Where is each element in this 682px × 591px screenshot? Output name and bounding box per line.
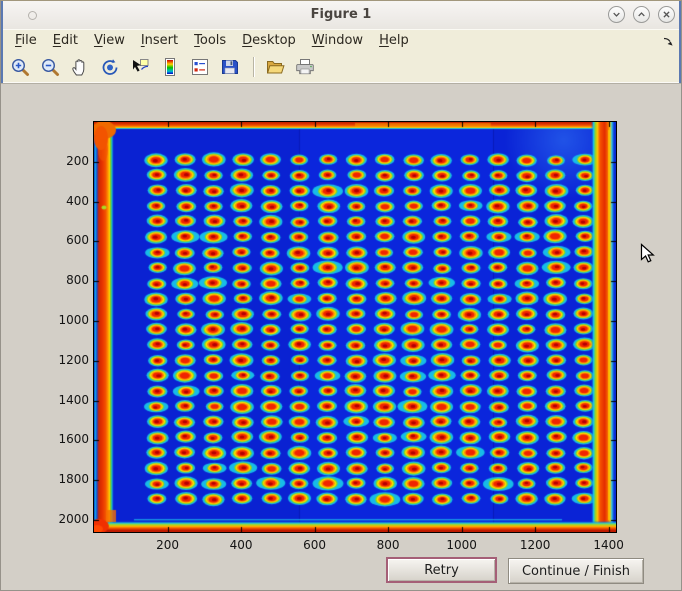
figure-window: Figure 1 FileEditViewInsertToolsDesktopW… [0,0,682,591]
x-tick-label: 1200 [511,538,559,552]
menu-item-desktop[interactable]: Desktop [234,31,304,50]
menu-bar-items: FileEditViewInsertToolsDesktopWindowHelp [1,30,681,51]
window-border-accent-left [1,1,3,83]
menu-item-insert[interactable]: Insert [133,31,186,50]
colorbar-icon [160,57,180,77]
rotate-3d-button[interactable] [99,55,123,79]
y-tick-label: 2000 [47,512,89,526]
close-window-button[interactable] [658,6,675,23]
menu-item-window[interactable]: Window [304,31,371,50]
figure-area: Retry Continue / Finish 200 400 600 800 1000… [1,83,681,590]
maximize-window-button[interactable] [633,6,650,23]
y-tick-label: 1800 [47,472,89,486]
save-figure-button[interactable] [219,55,243,79]
x-tick-label: 1400 [585,538,633,552]
zoom-in-button[interactable] [9,55,33,79]
chevron-down-icon [609,7,624,22]
title-bar: Figure 1 [1,1,681,30]
y-tick-label: 1400 [47,393,89,407]
toolbar-separator [253,57,254,77]
zoom-out-icon [40,57,60,77]
figure-toolbar [1,51,681,83]
zoom-in-icon [10,57,30,77]
window-title: Figure 1 [1,7,681,22]
y-tick-label: 400 [47,194,89,208]
save-icon [220,57,240,77]
dock-figure-icon[interactable] [662,35,674,47]
pan-hand-icon [70,57,90,77]
y-tick-label: 1600 [47,432,89,446]
y-tick-label: 1000 [47,313,89,327]
menu-item-help[interactable]: Help [371,31,417,50]
data-cursor-button[interactable] [129,55,153,79]
x-tick-label: 1000 [438,538,486,552]
pan-button[interactable] [69,55,93,79]
printer-icon [295,57,315,77]
y-tick-label: 600 [47,233,89,247]
legend-icon [190,57,210,77]
x-tick-label: 600 [291,538,339,552]
menu-item-tools[interactable]: Tools [186,31,234,50]
axes [93,121,617,533]
menu-item-file[interactable]: File [7,31,45,50]
menu-item-edit[interactable]: Edit [45,31,86,50]
menu-item-view[interactable]: View [86,31,133,50]
data-cursor-icon [130,57,150,77]
insert-colorbar-button[interactable] [159,55,183,79]
y-tick-label: 200 [47,154,89,168]
window-border-accent-right [679,1,681,83]
continue-finish-button[interactable]: Continue / Finish [508,558,644,584]
window-controls [608,6,675,23]
zoom-out-button[interactable] [39,55,63,79]
y-tick-label: 1200 [47,353,89,367]
mouse-cursor [640,243,655,265]
retry-button[interactable]: Retry [386,557,497,583]
x-tick-label: 800 [364,538,412,552]
x-tick-label: 200 [144,538,192,552]
rotate-3d-icon [100,57,120,77]
menu-bar: FileEditViewInsertToolsDesktopWindowHelp [1,29,681,51]
open-folder-icon [265,57,285,77]
insert-legend-button[interactable] [189,55,213,79]
print-figure-button[interactable] [294,55,318,79]
y-tick-label: 800 [47,273,89,287]
open-file-button[interactable] [264,55,288,79]
shade-window-button[interactable] [608,6,625,23]
x-tick-label: 400 [217,538,265,552]
heatmap-canvas [94,122,616,532]
chevron-up-icon [634,7,649,22]
close-icon [659,7,674,22]
